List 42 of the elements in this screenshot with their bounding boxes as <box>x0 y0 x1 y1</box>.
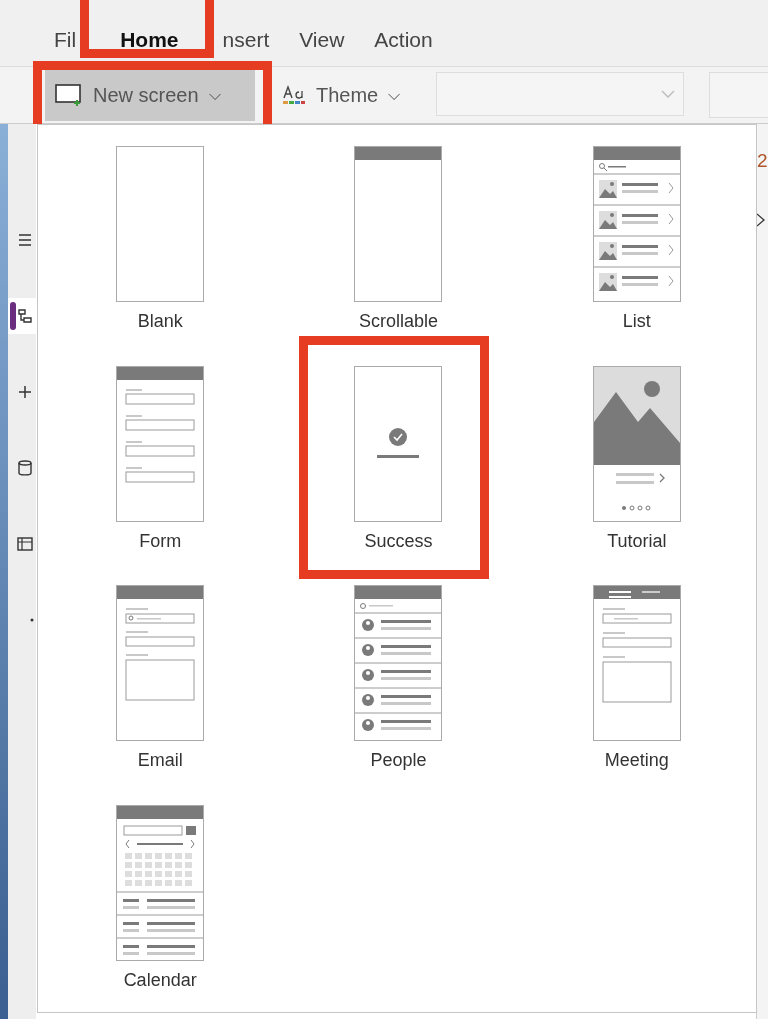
screen-template[interactable]: People <box>318 585 479 771</box>
template-label: People <box>370 750 427 771</box>
template-label: Scrollable <box>358 311 438 332</box>
template-label: Blank <box>137 311 183 332</box>
template-label: Calendar <box>123 969 197 991</box>
tree-icon <box>16 307 34 325</box>
menu-tab[interactable]: Fil <box>54 28 77 66</box>
input-field[interactable] <box>708 72 768 118</box>
screen-template[interactable]: Scrollable <box>318 146 479 332</box>
menu-tab[interactable]: Action <box>374 28 433 66</box>
screen-template[interactable]: Blank <box>80 146 241 332</box>
theme-icon <box>281 83 306 107</box>
template-label: Email <box>137 750 183 771</box>
screen-template[interactable]: Meeting <box>556 585 717 771</box>
count-text: 2 <box>757 150 768 172</box>
dropdown-field[interactable] <box>436 72 684 116</box>
screen-template[interactable]: List <box>556 146 717 332</box>
theme-button[interactable]: Theme ⌵ <box>271 69 417 121</box>
template-label: Tutorial <box>607 530 667 552</box>
menu-tab[interactable]: Home <box>120 28 179 66</box>
screen-template[interactable]: Calendar <box>80 804 241 991</box>
template-label: Success <box>364 530 433 552</box>
menu-icon <box>16 231 34 249</box>
chevron-icon[interactable] <box>757 212 765 228</box>
new-screen-icon <box>55 83 83 107</box>
template-label: Meeting <box>604 750 669 771</box>
screen-template[interactable]: Form <box>80 365 241 552</box>
dot-icon <box>30 618 34 622</box>
grid-icon <box>16 535 34 553</box>
screen-template[interactable]: Tutorial <box>556 365 717 552</box>
menu-tab[interactable]: nsert <box>222 28 270 66</box>
database-icon <box>16 459 34 477</box>
new-screen-button[interactable]: New screen ⌵ <box>45 69 255 121</box>
chevron-down-icon <box>660 90 675 98</box>
screen-template[interactable]: Success <box>318 365 479 552</box>
sidebar-item[interactable] <box>8 298 36 334</box>
screen-template[interactable]: Email <box>80 585 241 771</box>
template-label: Form <box>139 530 182 552</box>
template-label: List <box>622 311 651 332</box>
selection-bar <box>10 302 16 330</box>
plus-icon <box>16 383 34 401</box>
menu-tab[interactable]: View <box>299 28 345 66</box>
